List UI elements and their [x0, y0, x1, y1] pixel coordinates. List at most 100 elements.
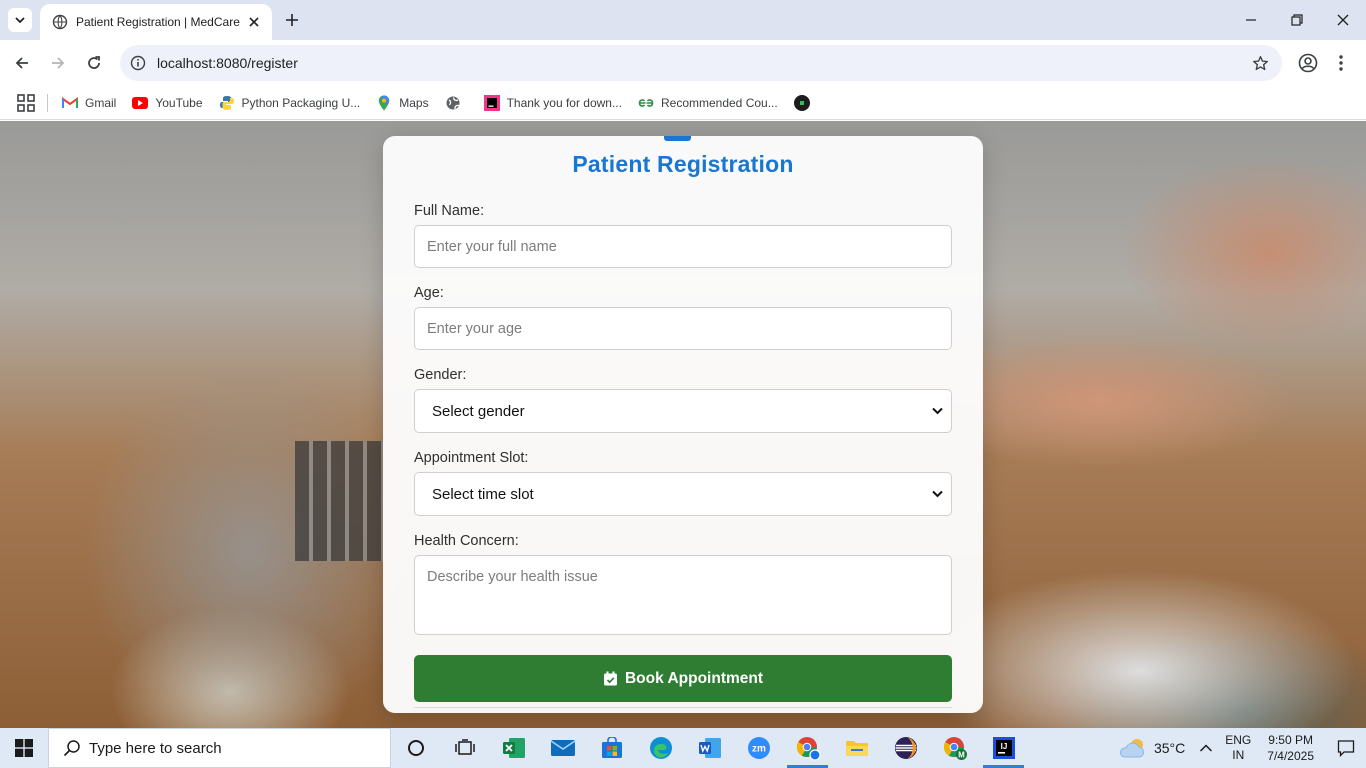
bookmark-thank-you[interactable]: Thank you for down...: [483, 94, 622, 111]
bookmark-star-icon[interactable]: [1250, 53, 1270, 73]
appointment-slot-label: Appointment Slot:: [414, 450, 529, 466]
word-app[interactable]: [685, 728, 734, 768]
new-tab-button[interactable]: [281, 9, 303, 31]
arrow-right-icon: [52, 57, 65, 69]
bookmarks-separator: [47, 93, 48, 112]
edge-app[interactable]: [636, 728, 685, 768]
eclipse-app[interactable]: [881, 728, 930, 768]
cortana-icon: [407, 740, 424, 756]
health-concern-textarea[interactable]: [414, 555, 952, 635]
clock-time: 9:50 PM: [1268, 733, 1313, 747]
gmail-icon: [62, 95, 78, 111]
store-icon: [601, 737, 622, 758]
chevron-up-icon[interactable]: [1199, 743, 1213, 753]
gender-selected-value: Select gender: [432, 402, 525, 420]
appointment-slot-select[interactable]: Select time slot: [414, 472, 952, 516]
bookmarks-bar: Gmail YouTube Python Packaging U... Maps…: [0, 86, 1366, 120]
registration-card: Patient Registration Full Name: Age: Gen…: [383, 136, 983, 713]
folder-icon: [845, 741, 868, 756]
age-input[interactable]: [414, 307, 952, 350]
close-icon: [1337, 14, 1349, 26]
bookmark-maps[interactable]: Maps: [376, 95, 429, 111]
page-title: Patient Registration: [572, 151, 794, 177]
mail-app[interactable]: [538, 728, 587, 768]
excel-app[interactable]: [489, 728, 538, 768]
python-icon: [219, 95, 235, 111]
plus-icon: [286, 14, 298, 26]
eclipse-icon: [894, 737, 917, 759]
book-appointment-button[interactable]: Book Appointment: [414, 655, 952, 702]
clock-date: 7/4/2025: [1267, 749, 1314, 763]
close-tab-icon[interactable]: [246, 14, 262, 30]
store-app[interactable]: [587, 728, 636, 768]
bookmark-globe[interactable]: [445, 95, 468, 111]
task-view-button[interactable]: [440, 728, 489, 768]
address-bar[interactable]: localhost:8080/register: [120, 45, 1282, 81]
svg-text:IJ: IJ: [1000, 742, 1007, 751]
start-button[interactable]: [0, 728, 48, 768]
jetbrains-icon: [483, 94, 500, 111]
forward-button[interactable]: [44, 49, 72, 77]
minimize-icon: [1246, 19, 1256, 21]
bookmark-youtube[interactable]: YouTube: [132, 95, 203, 111]
weather-temperature: 35°C: [1153, 740, 1186, 756]
restore-button[interactable]: [1274, 0, 1320, 40]
reload-button[interactable]: [80, 49, 108, 77]
minimize-button[interactable]: [1228, 0, 1274, 40]
apps-grid-icon[interactable]: [17, 93, 35, 112]
bookmark-gmail[interactable]: Gmail: [62, 95, 116, 111]
full-name-label: Full Name:: [414, 203, 485, 219]
zoom-app[interactable]: zm: [734, 728, 783, 768]
intellij-app[interactable]: IJ: [979, 728, 1028, 768]
url-text: localhost:8080/register: [157, 55, 298, 71]
slot-selected-value: Select time slot: [432, 485, 534, 503]
card-accent-bar: [664, 136, 691, 141]
excel-icon: [502, 738, 525, 758]
chevron-down-icon: [932, 407, 943, 415]
browser-tab-strip: Patient Registration | MedCare: [0, 0, 1366, 40]
edge-icon: [649, 737, 672, 759]
bookmark-dark-site[interactable]: [793, 94, 817, 111]
globe-icon: [445, 95, 461, 111]
chrome-profile-app[interactable]: [783, 728, 832, 768]
taskbar-search-box[interactable]: Type here to search: [48, 728, 391, 768]
profile-icon: [1298, 53, 1318, 73]
youtube-icon: [132, 95, 149, 111]
back-button[interactable]: [8, 49, 36, 77]
system-tray: 35°C ENG IN 9:50 PM 7/4/2025: [1118, 728, 1366, 768]
svg-text:zm: zm: [752, 744, 766, 755]
chrome-app[interactable]: M: [930, 728, 979, 768]
page-background: Patient Registration Full Name: Age: Gen…: [0, 121, 1366, 728]
search-icon: [63, 740, 80, 757]
card-divider: [414, 707, 952, 708]
bookmark-python-packaging[interactable]: Python Packaging U...: [219, 95, 360, 111]
site-info-icon[interactable]: [120, 45, 156, 81]
windows-taskbar: Type here to search zm M IJ 35°C ENG IN …: [0, 728, 1366, 768]
language-indicator[interactable]: ENG IN: [1225, 733, 1251, 763]
notification-icon: [1337, 740, 1355, 757]
maps-icon: [376, 95, 392, 111]
profile-button[interactable]: [1294, 49, 1322, 77]
chrome-icon: [796, 737, 821, 761]
intellij-icon: IJ: [992, 737, 1015, 759]
svg-text:M: M: [958, 751, 965, 760]
chrome-icon: M: [943, 737, 967, 760]
cortana-button[interactable]: [391, 728, 440, 768]
browser-tab[interactable]: Patient Registration | MedCare: [40, 4, 272, 40]
task-view-icon: [454, 739, 475, 755]
gender-select[interactable]: Select gender: [414, 389, 952, 433]
clock[interactable]: 9:50 PM 7/4/2025: [1267, 732, 1314, 764]
taskbar-search-placeholder: Type here to search: [89, 739, 222, 757]
tab-search-button[interactable]: [8, 8, 32, 32]
bookmark-recommended-courses[interactable]: Recommended Cou...: [638, 95, 778, 111]
file-explorer-app[interactable]: [832, 728, 881, 768]
browser-menu-button[interactable]: [1327, 49, 1355, 77]
notification-center-button[interactable]: [1326, 728, 1366, 768]
weather-widget[interactable]: 35°C: [1118, 737, 1185, 759]
close-window-button[interactable]: [1320, 0, 1366, 40]
arrow-left-icon: [15, 57, 28, 69]
zoom-icon: zm: [747, 737, 770, 759]
full-name-input[interactable]: [414, 225, 952, 268]
globe-icon: [52, 14, 68, 30]
chevron-down-icon: [932, 490, 943, 498]
